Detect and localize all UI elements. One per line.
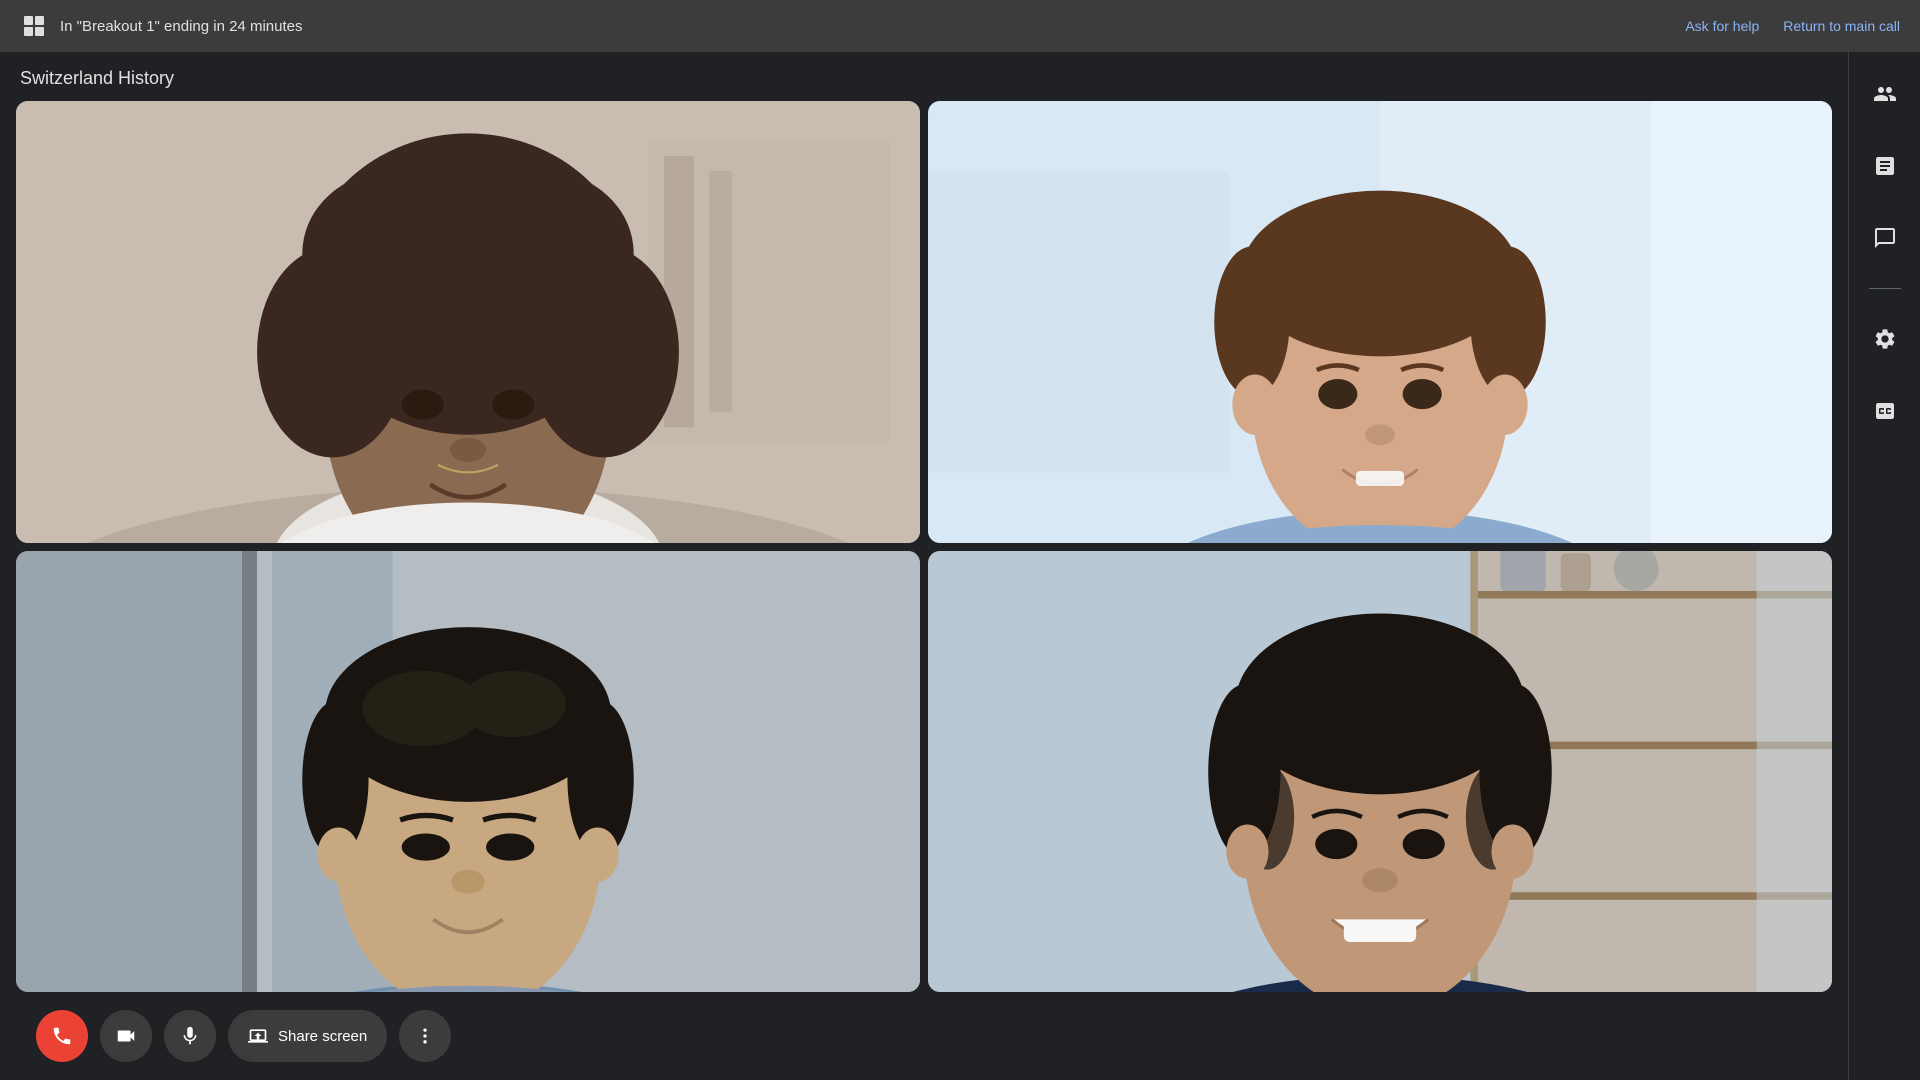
participant-video-1 [16,101,920,543]
video-tile-2 [928,101,1832,543]
people-button[interactable] [1863,72,1907,116]
right-sidebar [1848,52,1920,1080]
chat-button[interactable] [1863,216,1907,260]
sidebar-divider [1869,288,1901,289]
breakout-rooms-icon [20,12,48,40]
bottom-toolbar: Share screen [16,992,1832,1080]
ask-for-help-link[interactable]: Ask for help [1685,18,1759,34]
participant-video-4 [928,551,1832,993]
banner-text: In "Breakout 1" ending in 24 minutes [60,18,302,35]
return-to-main-call-link[interactable]: Return to main call [1783,18,1900,34]
video-tile-3 [16,551,920,993]
participant-video-2 [928,101,1832,543]
activities-button[interactable] [1863,144,1907,188]
share-screen-icon [248,1026,268,1046]
camera-button[interactable] [100,1010,152,1062]
banner-right: Ask for help Return to main call [1685,18,1900,34]
content-area: Switzerland History [0,52,1848,1080]
video-tile-4 [928,551,1832,993]
video-grid [16,101,1832,992]
room-title: Switzerland History [16,68,1832,89]
share-screen-button[interactable]: Share screen [228,1010,387,1062]
microphone-button[interactable] [164,1010,216,1062]
top-banner: In "Breakout 1" ending in 24 minutes Ask… [0,0,1920,52]
video-tile-1 [16,101,920,543]
banner-left: In "Breakout 1" ending in 24 minutes [20,12,302,40]
settings-button[interactable] [1863,317,1907,361]
more-options-button[interactable] [399,1010,451,1062]
captions-button[interactable] [1863,389,1907,433]
main-area: Switzerland History [0,52,1920,1080]
share-screen-label: Share screen [278,1028,367,1045]
end-call-button[interactable] [36,1010,88,1062]
participant-video-3 [16,551,920,993]
